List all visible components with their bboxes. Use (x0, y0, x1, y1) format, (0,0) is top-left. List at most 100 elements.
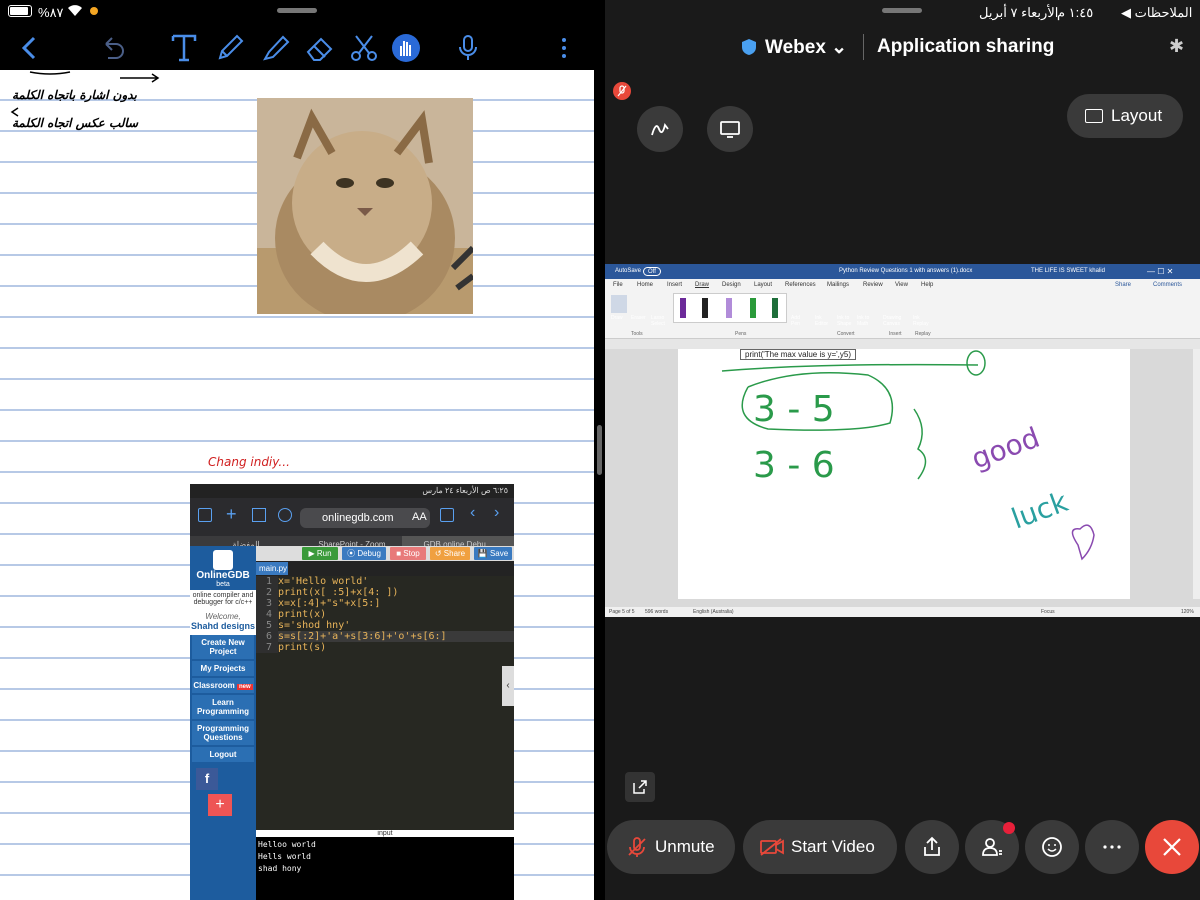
annotate-button[interactable] (637, 106, 683, 152)
debug-button: ⦿ Debug (342, 547, 386, 560)
menu-design: Design (722, 282, 741, 288)
start-video-button[interactable]: Start Video (743, 820, 897, 874)
status-zoom: 120% (1181, 609, 1194, 615)
my-projects-link: My Projects (192, 661, 254, 678)
share-button: ↺ Share (430, 547, 470, 560)
status-language: English (Australia) (693, 609, 734, 615)
onlinegdb-screenshot[interactable]: ٦:٢٥ ص الأربعاء ٢٤ مارس + onlinegdb.com … (190, 484, 514, 900)
gdb-tagline: online compiler and debugger for c/c++ (190, 590, 256, 608)
collapse-panel-icon: ‹ (502, 666, 514, 706)
split-view-divider[interactable] (594, 0, 605, 900)
share-content-button[interactable] (905, 820, 959, 874)
ink-annotations: 3 - 5 3 - 6 good luck (721, 350, 1095, 561)
code-line: 1 x='Hello world' (256, 576, 514, 587)
ink-expression-1: 3 - 5 (753, 389, 835, 430)
program-output: Helloo world Hells world shad hony (256, 837, 514, 900)
pop-out-button[interactable] (625, 772, 655, 802)
video-off-icon (760, 838, 784, 856)
back-icon[interactable] (14, 32, 46, 64)
code-line: 6 s=s[:2]+'a'+s[3:6]+'o'+s[6:] (256, 631, 514, 642)
pen-gallery (673, 293, 787, 323)
ribbon-draw: Draw (611, 315, 623, 321)
logout-link: Logout (192, 747, 254, 764)
ink-heart-icon (1071, 524, 1095, 561)
notification-dot (1003, 822, 1015, 834)
group-replay: Replay (915, 331, 931, 337)
scissors-icon[interactable] (348, 32, 380, 64)
share-upload-icon (924, 836, 940, 856)
facebook-icon: f (196, 768, 218, 790)
text-tool-icon[interactable] (168, 32, 200, 64)
gdb-url-field: onlinegdb.com (300, 508, 430, 528)
back-to-app-label[interactable]: ◀ الملاحظات (1121, 5, 1192, 21)
webex-app: الأربعاء ٧ أبريل ١:٤٥ م ◀ الملاحظات Webe… (605, 0, 1200, 900)
more-options-icon[interactable] (548, 32, 580, 64)
more-button[interactable] (1085, 820, 1139, 874)
participants-button[interactable] (965, 820, 1019, 874)
menu-view: View (895, 282, 908, 288)
ellipsis-icon (1103, 845, 1121, 849)
close-icon (1163, 838, 1181, 856)
shared-screen-content[interactable]: AutoSave Off Python Review Questions 1 w… (605, 264, 1200, 617)
pen-purple-icon (680, 298, 686, 318)
autosave-toggle: Off (643, 267, 661, 276)
status-focus: Focus (1041, 609, 1055, 615)
leave-meeting-button[interactable] (1145, 820, 1199, 874)
reactions-button[interactable] (1025, 820, 1079, 874)
highlighter-tool-icon[interactable] (260, 32, 292, 64)
call-controls: Unmute Start Video (605, 820, 1200, 874)
multitasking-handle[interactable] (277, 8, 317, 13)
battery-percent: %٨٧ (38, 5, 64, 20)
multitasking-handle-right[interactable] (882, 8, 922, 13)
gdb-button-bar: ▶ Run ⦿ Debug ■ Stop ↺ Share 💾 Save (256, 546, 514, 561)
ribbon-lasso: Lasso Select (651, 315, 665, 327)
eraser-tool-icon[interactable] (304, 32, 336, 64)
back-arrow-icon: ‹ (470, 504, 476, 521)
word-document-page: print('The max value is y=',y5) 3 - 5 3 … (678, 349, 1130, 599)
layout-button[interactable]: Layout (1067, 94, 1183, 138)
pen-tool-icon[interactable] (214, 32, 246, 64)
webex-brand-menu[interactable]: Webex ⌄ (765, 36, 847, 59)
recording-dot-icon (90, 7, 98, 15)
status-date: الأربعاء ٧ أبريل (979, 5, 1059, 20)
output-line: shad hony (258, 864, 302, 873)
hand-tool-icon[interactable] (390, 32, 422, 64)
pop-out-icon (633, 780, 647, 794)
forward-arrow-icon: › (494, 504, 500, 521)
code-editor: 1 x='Hello world' 2 print(x[ :5]+x[4: ]) 3… (256, 576, 514, 831)
pen-black-icon (702, 298, 708, 318)
bookmarks-icon (440, 508, 454, 522)
group-convert: Convert (837, 331, 855, 337)
ribbon-ink-editor: Ink Editor (815, 315, 829, 327)
create-project-link: Create New Project (192, 635, 254, 661)
download-icon (278, 508, 292, 522)
share-screen-view-button[interactable] (707, 106, 753, 152)
gdb-status-bar: ٦:٢٥ ص الأربعاء ٢٤ مارس (190, 484, 514, 498)
mic-muted-icon (628, 837, 646, 857)
gdb-logo-icon (213, 550, 233, 570)
undo-icon[interactable] (96, 32, 128, 64)
ink-word-good: good (967, 421, 1044, 476)
gdb-sidebar: OnlineGDB beta online compiler and debug… (190, 546, 256, 900)
word-ribbon: Draw Eraser Lasso Select Add Pen Ink Edi… (605, 291, 1200, 339)
wifi-icon (66, 3, 84, 20)
code-line: 4 print(x) (256, 609, 514, 620)
unmute-button[interactable]: Unmute (607, 820, 735, 874)
word-share-button: Share (1115, 282, 1132, 288)
menu-home: Home (637, 282, 654, 288)
microphone-icon[interactable] (452, 32, 484, 64)
run-button: ▶ Run (302, 547, 338, 560)
word-title-bar: AutoSave Off Python Review Questions 1 w… (605, 264, 1200, 279)
word-user-name: THE LIFE IS SWEET khalid (1031, 268, 1105, 274)
menu-references: References (785, 282, 816, 288)
pen-lavender-icon (726, 298, 732, 318)
word-scrollbar (1193, 349, 1200, 599)
code-line: 2 print(x[ :5]+x[4: ]) (256, 587, 514, 598)
new-tab-icon: + (226, 504, 237, 524)
word-ruler (605, 339, 1200, 349)
page-title: Application sharing (877, 36, 1055, 57)
handwriting-note-2: سالب عكس اتجاه الكلمة (12, 116, 139, 130)
split-view-handle[interactable] (597, 425, 602, 475)
cat-photo[interactable] (257, 98, 473, 314)
notes-toolbar (0, 26, 594, 70)
